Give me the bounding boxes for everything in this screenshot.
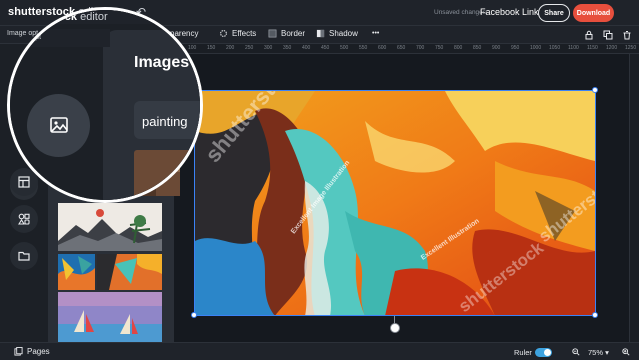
ruler-tick-label: 1250 xyxy=(625,45,637,51)
bottom-bar: Pages Ruler 75% ▾ xyxy=(0,342,639,360)
selection-border-top xyxy=(194,90,596,91)
mountain-painting-thumbnail xyxy=(58,203,162,251)
effects-label: Effects xyxy=(232,29,257,38)
zoom-in-icon[interactable] xyxy=(622,348,630,356)
effects-icon xyxy=(220,30,227,37)
ruler-tick-label: 800 xyxy=(454,45,463,51)
ruler-tick-label: 650 xyxy=(397,45,406,51)
share-button[interactable]: Share xyxy=(538,4,570,22)
ruler-tick-label: 1200 xyxy=(606,45,618,51)
ruler-tick-label: 950 xyxy=(511,45,520,51)
more-options-icon[interactable]: ••• xyxy=(372,30,379,37)
ruler-tick-label: 1150 xyxy=(587,45,598,51)
panel-title: Images xyxy=(134,54,190,71)
ruler-tick-label: 850 xyxy=(473,45,482,51)
image-thumbnail[interactable] xyxy=(58,254,95,290)
ruler-tick-label: 400 xyxy=(302,45,311,51)
pages-label: Pages xyxy=(27,347,50,356)
border-icon xyxy=(268,29,277,38)
shadow-tool[interactable]: Shadow xyxy=(316,29,358,38)
elements-button[interactable] xyxy=(10,205,38,233)
shadow-label: Shadow xyxy=(329,29,358,38)
resize-handle-bottom-left[interactable] xyxy=(191,312,197,318)
image-thumbnail[interactable] xyxy=(97,254,162,290)
horizontal-ruler: 1001502002503003504004505005506006507007… xyxy=(180,44,639,54)
ruler-tick-label: 300 xyxy=(264,45,273,51)
vertical-ruler xyxy=(629,54,639,342)
magnified-thumbnail[interactable] xyxy=(134,150,194,200)
ruler-tick-label: 1050 xyxy=(549,45,561,51)
abstract-painting xyxy=(195,91,595,316)
shapes-icon xyxy=(18,213,30,225)
selection-border-bottom xyxy=(194,315,596,316)
folder-icon xyxy=(18,251,30,261)
resize-handle-bottom-right[interactable] xyxy=(592,312,598,318)
search-input-value: painting xyxy=(142,114,188,129)
sailboat-painting-thumbnail xyxy=(58,292,162,342)
magnified-image-options: Image opt xyxy=(10,34,42,41)
document-title[interactable]: Facebook Link xyxy=(480,7,539,17)
ruler-tick-label: 150 xyxy=(207,45,216,51)
delete-icon[interactable] xyxy=(622,30,632,40)
ruler-tick-label: 550 xyxy=(359,45,368,51)
shadow-icon xyxy=(316,29,325,38)
ruler-tick-label: 500 xyxy=(340,45,349,51)
uploads-button[interactable] xyxy=(10,242,38,270)
download-button[interactable]: Download xyxy=(573,4,614,22)
ruler-label: Ruler xyxy=(514,348,532,357)
ruler-tick-label: 450 xyxy=(321,45,330,51)
abstract-art-thumbnail xyxy=(97,254,162,290)
ruler-tick-label: 200 xyxy=(226,45,235,51)
resize-handle-top-right[interactable] xyxy=(592,87,598,93)
duplicate-icon[interactable] xyxy=(603,30,613,40)
zoom-out-icon[interactable] xyxy=(572,348,580,356)
border-label: Border xyxy=(281,29,306,38)
ruler-tick-label: 1000 xyxy=(530,45,542,51)
ruler-tick-label: 1100 xyxy=(568,45,579,51)
ruler-tick-label: 700 xyxy=(416,45,425,51)
effects-tool[interactable]: Effects xyxy=(219,29,256,38)
ruler-tick-label: 350 xyxy=(283,45,292,51)
pages-icon xyxy=(14,347,23,356)
unsaved-status: Unsaved changes xyxy=(434,9,487,16)
ruler-tick-label: 600 xyxy=(378,45,387,51)
ruler-tick-label: 750 xyxy=(435,45,444,51)
colorful-art-thumbnail xyxy=(58,254,95,290)
border-tool[interactable]: Border xyxy=(268,29,305,38)
ruler-toggle[interactable] xyxy=(535,348,552,357)
ruler-tick-label: 900 xyxy=(492,45,501,51)
image-thumbnail[interactable] xyxy=(58,203,162,251)
magnifier-overlay: shutterstock editor Image opt Images pai… xyxy=(7,7,203,203)
image-icon xyxy=(50,117,68,133)
selected-image[interactable]: shutterstock Excellent Image Illustratio… xyxy=(195,91,595,316)
lock-icon[interactable] xyxy=(584,30,594,40)
image-thumbnail[interactable] xyxy=(58,292,162,342)
pages-button[interactable]: Pages xyxy=(14,347,50,356)
magnified-brand: shutterstock editor xyxy=(11,11,108,23)
rotate-handle[interactable] xyxy=(390,323,400,333)
ruler-tick-label: 250 xyxy=(245,45,254,51)
zoom-level[interactable]: 75% ▾ xyxy=(588,348,609,357)
selection-border-right xyxy=(595,90,596,316)
